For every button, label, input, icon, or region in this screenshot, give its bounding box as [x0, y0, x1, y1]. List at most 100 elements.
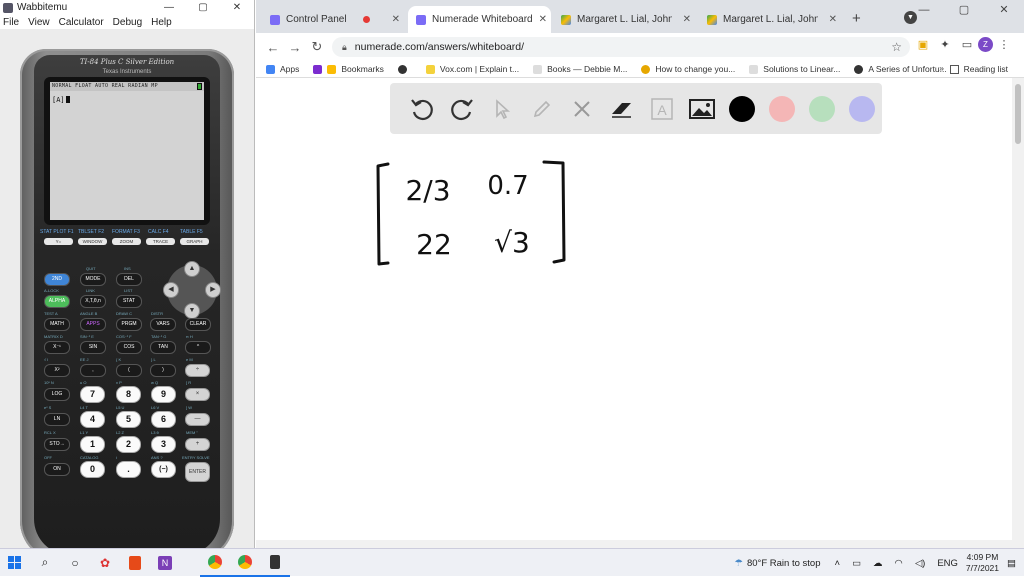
menu-file[interactable]: File	[3, 17, 19, 28]
undo-icon[interactable]	[402, 89, 442, 129]
menu-help[interactable]: Help	[151, 17, 172, 28]
vertical-scrollbar[interactable]	[1012, 78, 1024, 548]
key-math[interactable]: MATH	[44, 318, 70, 331]
key-5[interactable]: 5	[116, 411, 141, 428]
tab-control-panel[interactable]: Control Panel ✕	[262, 6, 408, 33]
tools-icon[interactable]	[562, 89, 602, 129]
back-icon[interactable]: ←	[262, 40, 284, 55]
key-minus[interactable]: —	[185, 413, 210, 426]
arrow-right-button[interactable]: ▶	[205, 282, 221, 298]
bookmark-books[interactable]: Books — Debbie M...	[533, 64, 627, 74]
key-xton[interactable]: X,T,θ,n	[80, 295, 106, 308]
key-mode[interactable]: MODE	[80, 273, 106, 286]
arrow-left-button[interactable]: ◀	[163, 282, 179, 298]
maximize-button[interactable]: ▢	[944, 0, 984, 20]
scrollbar-thumb[interactable]	[1015, 84, 1021, 144]
key-power[interactable]: ^	[185, 341, 211, 354]
extension-icon[interactable]: ▣	[912, 38, 934, 51]
bookmarks-overflow-button[interactable]: »	[939, 63, 944, 73]
key-ln[interactable]: LN	[44, 413, 70, 426]
key-on[interactable]: ON	[44, 463, 70, 476]
eraser-icon[interactable]	[602, 89, 642, 129]
wifi-icon[interactable]: ◠	[895, 558, 903, 569]
minimize-button[interactable]: —	[904, 0, 944, 20]
key-negative[interactable]: (−)	[151, 461, 176, 478]
network-icon[interactable]: ▭	[852, 558, 861, 569]
office-icon[interactable]	[120, 549, 150, 577]
bookmark-bookmarks[interactable]: Bookmarks	[313, 64, 384, 74]
key-1[interactable]: 1	[80, 436, 105, 453]
color-black-swatch[interactable]	[722, 89, 762, 129]
search-icon[interactable]: ⌕	[30, 549, 60, 577]
key-stat[interactable]: STAT	[116, 295, 142, 308]
key-graph[interactable]: GRAPH	[180, 238, 209, 245]
key-7[interactable]: 7	[80, 386, 105, 403]
menu-icon[interactable]: ⋮	[993, 38, 1015, 51]
chrome-icon[interactable]	[200, 549, 230, 577]
close-button[interactable]: ✕	[220, 2, 254, 13]
key-left-paren[interactable]: (	[116, 364, 142, 377]
notifications-icon[interactable]: ▤	[1007, 558, 1016, 569]
language-indicator[interactable]: ENG	[937, 558, 958, 569]
minimize-button[interactable]: —	[152, 2, 186, 13]
key-alpha[interactable]: ALPHA	[44, 295, 70, 308]
tab-lial-1[interactable]: Margaret L. Lial, John Hornsby ✕	[553, 6, 699, 33]
color-green-swatch[interactable]	[802, 89, 842, 129]
key-enter[interactable]: ENTER	[185, 462, 210, 482]
key-9[interactable]: 9	[151, 386, 176, 403]
key-sin[interactable]: SIN	[80, 341, 106, 354]
bookmark-series[interactable]: A Series of Unfortu...	[854, 64, 947, 74]
key-apps[interactable]: APPS	[80, 318, 106, 331]
calculator-screen[interactable]: NORMAL FLOAT AUTO REAL RADIAN MP [A]	[50, 82, 204, 220]
key-sto[interactable]: STO→	[44, 438, 70, 451]
cortana-icon[interactable]: ○	[60, 549, 90, 577]
weather-icon[interactable]: ☂	[734, 558, 743, 569]
key-del[interactable]: DEL	[116, 273, 142, 286]
onenote-icon[interactable]: N	[150, 549, 180, 577]
weather-text[interactable]: 80°F Rain to stop	[747, 558, 821, 569]
cast-icon[interactable]: ▭	[956, 38, 978, 51]
tab-lial-2[interactable]: Margaret L. Lial, John Hornsby ✕	[699, 6, 845, 33]
key-6[interactable]: 6	[151, 411, 176, 428]
color-pink-swatch[interactable]	[762, 89, 802, 129]
redo-icon[interactable]	[442, 89, 482, 129]
key-plus[interactable]: +	[185, 438, 210, 451]
color-purple-swatch[interactable]	[842, 89, 882, 129]
bookmark-apps[interactable]: Apps	[266, 64, 299, 74]
key-prgm[interactable]: PRGM	[116, 318, 142, 331]
key-log[interactable]: LOG	[44, 388, 70, 401]
whiteboard-canvas[interactable]: A 2/3 0.7 22 √3	[256, 78, 1012, 548]
bookmark-globe[interactable]	[397, 64, 412, 74]
onedrive-icon[interactable]: ☁	[873, 558, 883, 569]
key-8[interactable]: 8	[116, 386, 141, 403]
key-inverse[interactable]: X⁻¹	[44, 341, 70, 354]
tab-close-icon[interactable]: ✕	[533, 14, 547, 25]
chrome-icon[interactable]	[230, 549, 260, 577]
profile-avatar[interactable]: Z	[978, 37, 993, 52]
pointer-icon[interactable]	[482, 89, 522, 129]
reading-list-button[interactable]: Reading list	[949, 64, 1008, 74]
new-tab-button[interactable]: +	[852, 10, 861, 27]
key-divide[interactable]: ÷	[185, 364, 210, 377]
arrow-down-button[interactable]: ▼	[184, 303, 200, 319]
key-2[interactable]: 2	[116, 436, 141, 453]
key-window[interactable]: WINDOW	[78, 238, 107, 245]
tab-close-icon[interactable]: ✕	[677, 14, 691, 25]
address-bar[interactable]: 🔒︎ numerade.com/answers/whiteboard/ ☆	[332, 37, 910, 57]
start-button[interactable]	[0, 549, 30, 577]
menu-debug[interactable]: Debug	[113, 17, 142, 28]
arrow-up-button[interactable]: ▲	[184, 261, 200, 277]
menu-view[interactable]: View	[28, 17, 50, 28]
pinwheel-app-icon[interactable]: ✿	[90, 549, 120, 577]
tab-close-icon[interactable]: ✕	[823, 14, 837, 25]
text-icon[interactable]: A	[642, 89, 682, 129]
horizontal-scrollbar[interactable]	[256, 540, 1012, 548]
key-y-equals[interactable]: Y=	[44, 238, 73, 245]
key-tan[interactable]: TAN	[150, 341, 176, 354]
key-3[interactable]: 3	[151, 436, 176, 453]
chevron-up-icon[interactable]: ˄	[835, 558, 841, 569]
bookmark-star-icon[interactable]: ☆	[891, 40, 902, 54]
puzzle-icon[interactable]: ✦	[934, 38, 956, 51]
tab-close-icon[interactable]: ✕	[386, 14, 400, 25]
key-2nd[interactable]: 2ND	[44, 273, 70, 286]
